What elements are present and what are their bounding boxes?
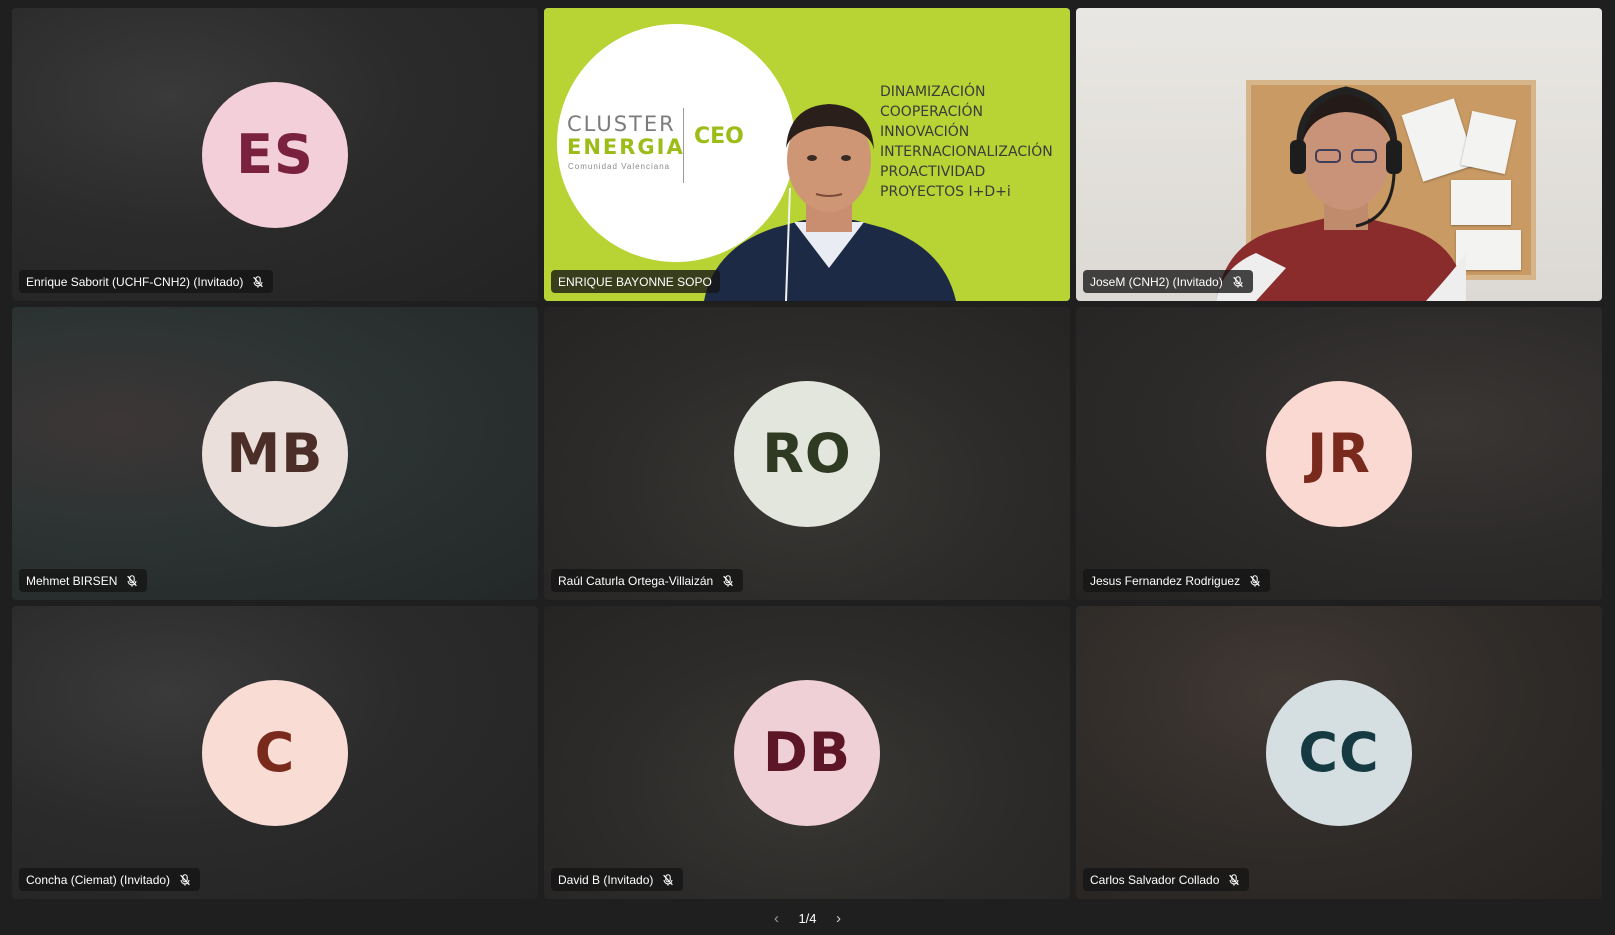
participant-tile[interactable]: RO Raúl Caturla Ortega-Villaizán: [544, 307, 1070, 600]
participant-tile[interactable]: JoseM (CNH2) (Invitado): [1076, 8, 1602, 301]
mic-off-icon: [723, 574, 733, 587]
participant-name: ENRIQUE BAYONNE SOPO: [558, 274, 712, 289]
participant-name: Jesus Fernandez Rodriguez: [1090, 573, 1241, 588]
slide-logo-text: CLUSTER: [567, 112, 676, 136]
pinned-paper: [1460, 110, 1517, 175]
participant-video: CLUSTER ENERGIA Comunidad Valenciana CEO…: [544, 8, 1070, 301]
participant-avatar: CC: [1266, 679, 1412, 826]
mic-off-icon: [1229, 873, 1240, 886]
participant-tile[interactable]: JR Jesus Fernandez Rodriguez: [1076, 307, 1602, 600]
mic-off-icon: [1232, 275, 1243, 288]
video-gallery-grid: ES Enrique Saborit (UCHF-CNH2) (Invitado…: [12, 8, 1604, 899]
speaker-figure: [704, 104, 956, 301]
participant-video: [1076, 8, 1602, 301]
participant-figure: [1216, 86, 1466, 301]
participant-tile[interactable]: C Concha (Ciemat) (Invitado): [12, 606, 538, 899]
slide-divider: [683, 108, 684, 183]
participant-name-tag: Concha (Ciemat) (Invitado): [19, 868, 201, 891]
mic-off-icon: [1250, 574, 1260, 587]
participant-avatar: ES: [202, 81, 348, 228]
mic-off-icon: [253, 275, 264, 288]
participant-tile[interactable]: MB Mehmet BIRSEN: [12, 307, 538, 600]
participant-name-tag: JoseM (CNH2) (Invitado): [1083, 270, 1253, 293]
participant-name-tag: David B (Invitado): [551, 868, 684, 891]
participant-avatar: MB: [202, 380, 348, 527]
participant-name-tag: ENRIQUE BAYONNE SOPO: [551, 270, 720, 293]
participant-tile-active-speaker[interactable]: CLUSTER ENERGIA Comunidad Valenciana CEO…: [544, 8, 1070, 301]
participant-name-tag: Jesus Fernandez Rodriguez: [1083, 569, 1271, 592]
participant-name: David B (Invitado): [558, 872, 654, 887]
page-indicator: 1/4: [798, 911, 817, 926]
gallery-pager: ‹ 1/4 ›: [0, 910, 1615, 927]
participant-avatar: DB: [734, 679, 880, 826]
participant-name: JoseM (CNH2) (Invitado): [1090, 274, 1223, 289]
participant-name: Carlos Salvador Collado: [1090, 872, 1220, 887]
chevron-right-icon[interactable]: ›: [831, 910, 847, 927]
meeting-stage: ES Enrique Saborit (UCHF-CNH2) (Invitado…: [0, 0, 1615, 935]
participant-name: Concha (Ciemat) (Invitado): [26, 872, 171, 887]
chevron-left-icon[interactable]: ‹: [768, 910, 784, 927]
mic-off-icon: [180, 873, 190, 886]
participant-avatar: JR: [1266, 380, 1412, 527]
mic-off-icon: [127, 574, 138, 587]
participant-tile[interactable]: ES Enrique Saborit (UCHF-CNH2) (Invitado…: [12, 8, 538, 301]
mic-off-icon: [663, 873, 674, 886]
slide-logo-subtext: Comunidad Valenciana: [568, 162, 671, 171]
participant-tile[interactable]: DB David B (Invitado): [544, 606, 1070, 899]
participant-name-tag: Enrique Saborit (UCHF-CNH2) (Invitado): [19, 270, 274, 293]
participant-name: Enrique Saborit (UCHF-CNH2) (Invitado): [26, 274, 244, 289]
slide-logo-text: ENERGIA: [567, 135, 685, 159]
participant-name: Mehmet BIRSEN: [26, 573, 118, 588]
participant-avatar: RO: [734, 380, 880, 527]
participant-name-tag: Mehmet BIRSEN: [19, 569, 148, 592]
participant-avatar: C: [202, 679, 348, 826]
participant-name-tag: Carlos Salvador Collado: [1083, 868, 1250, 891]
participant-name: Raúl Caturla Ortega-Villaizán: [558, 573, 714, 588]
participant-name-tag: Raúl Caturla Ortega-Villaizán: [551, 569, 744, 592]
participant-tile[interactable]: CC Carlos Salvador Collado: [1076, 606, 1602, 899]
